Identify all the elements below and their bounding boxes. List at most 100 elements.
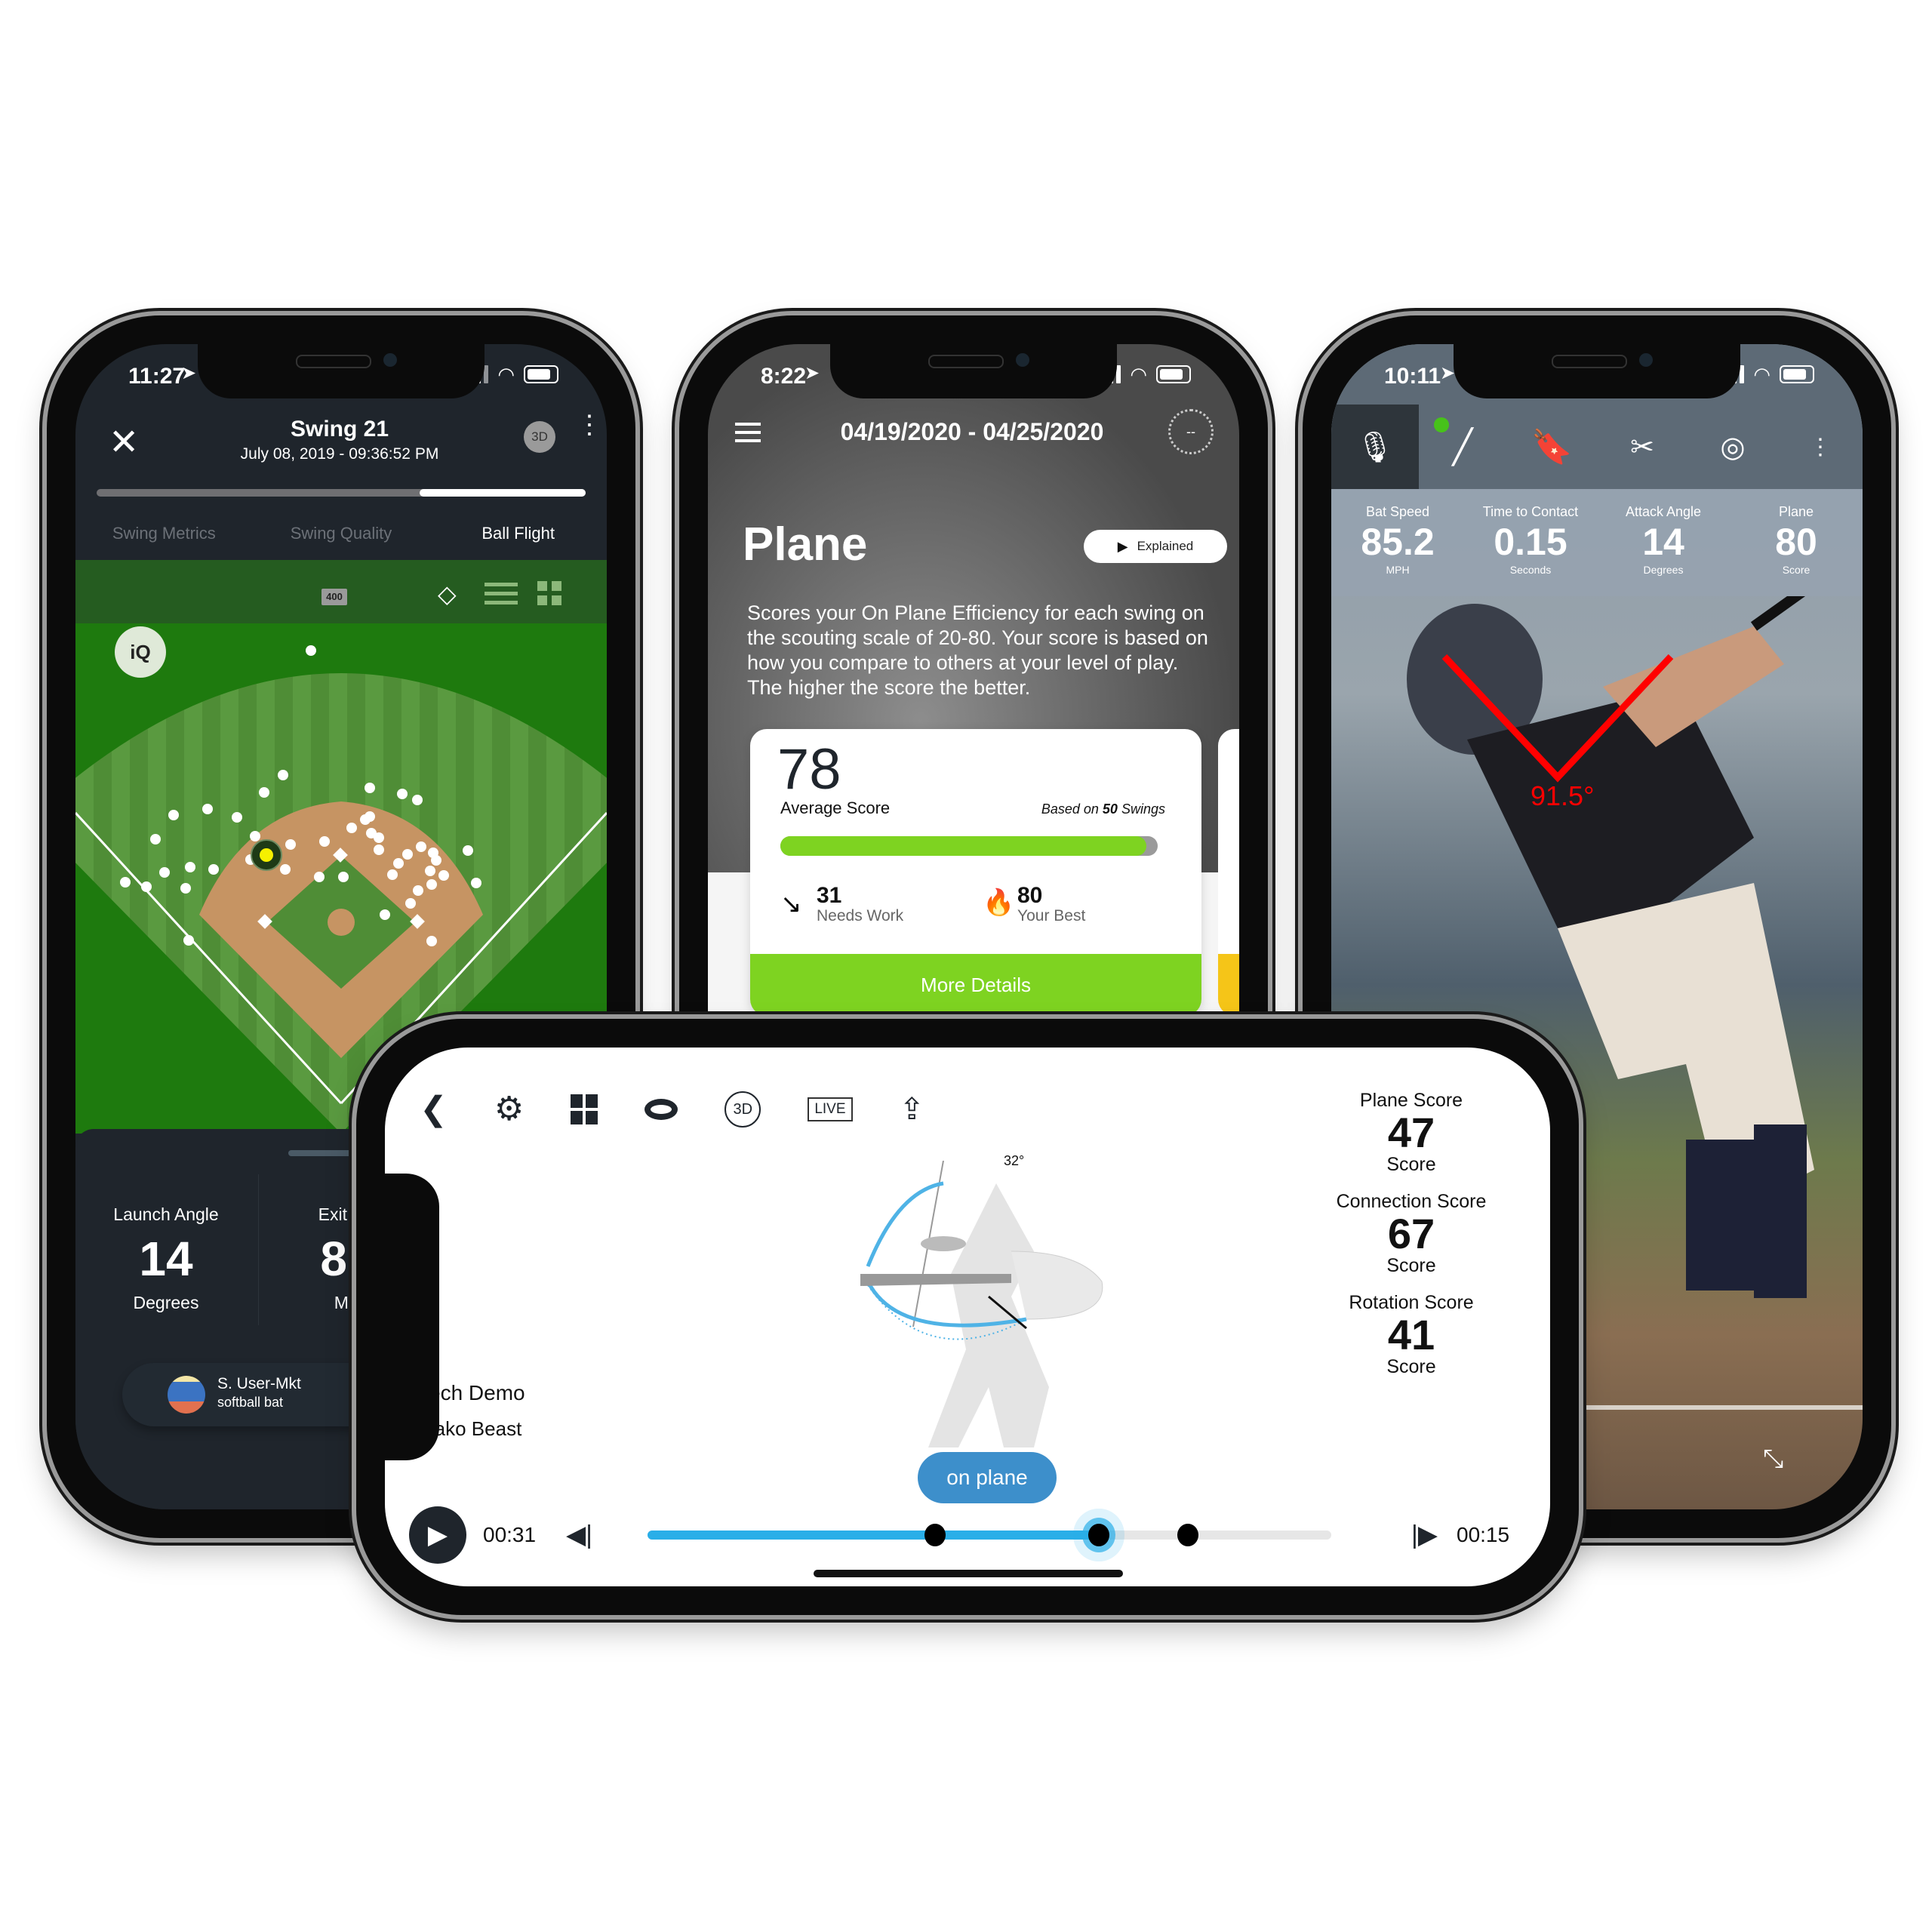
score-value: 67 [1387, 1210, 1435, 1257]
line-tool-icon[interactable]: ╱ [1419, 417, 1506, 466]
hit-dot[interactable] [159, 867, 170, 878]
phone-plane: 8:22 ➤ ◠ 04/19/2020 - 04/25/2020 -- Plan… [679, 315, 1268, 1099]
microphone-icon[interactable]: 🎙 [1331, 405, 1419, 489]
hit-dot[interactable] [168, 810, 179, 820]
hit-dot[interactable] [120, 877, 131, 888]
score-unit: Score [1386, 1255, 1436, 1276]
hit-dot[interactable] [397, 789, 408, 799]
hit-dot[interactable] [314, 872, 325, 882]
hit-dot[interactable] [416, 841, 426, 852]
hit-dot[interactable] [374, 832, 384, 843]
trim-icon[interactable]: ✂ [1597, 430, 1687, 464]
date-range[interactable]: 04/19/2020 - 04/25/2020 [798, 418, 1146, 446]
user-name: S. User-Mkt [217, 1375, 301, 1392]
exit-fullscreen-icon[interactable]: ⤡ [1763, 1444, 1783, 1474]
score-card: 78 Average Score Based on 50 Swings ↘ 31… [750, 729, 1201, 1016]
stat-unit: Seconds [1509, 564, 1552, 576]
hit-dot[interactable] [259, 787, 269, 798]
step-back-icon[interactable]: ◀| [566, 1520, 592, 1550]
play-button[interactable]: ▶ [409, 1506, 466, 1564]
stat-unit: MPH [1386, 564, 1410, 576]
bookmark-icon[interactable]: 🔖 [1506, 427, 1597, 466]
location-icon: ➤ [804, 363, 820, 383]
hit-dot[interactable] [402, 849, 413, 860]
hit-dot[interactable] [185, 862, 195, 872]
iq-button[interactable]: iQ [115, 626, 166, 678]
list-view-icon[interactable] [485, 583, 518, 605]
explained-button[interactable]: ▶ Explained [1084, 530, 1227, 563]
hit-dot[interactable] [426, 879, 437, 890]
score-rotation: Rotation Score 41 Score [1321, 1292, 1502, 1378]
hit-dot[interactable] [278, 770, 288, 780]
timeline-marker[interactable] [1088, 1524, 1109, 1546]
tab-ball-flight[interactable]: Ball Flight [429, 512, 607, 555]
stat-value: 14 [1642, 521, 1684, 563]
step-forward-icon[interactable]: |▶ [1411, 1520, 1438, 1550]
hit-dot[interactable] [202, 804, 213, 814]
menu-icon[interactable] [735, 423, 761, 442]
grid-view-icon[interactable] [537, 581, 561, 605]
hit-dot[interactable] [319, 836, 330, 847]
share-icon[interactable]: ⇪ [900, 1092, 925, 1127]
close-icon[interactable]: ✕ [109, 421, 139, 463]
stat-time-to-contact: Time to Contact 0.15 Seconds [1464, 489, 1597, 596]
field-view-icon[interactable]: ◇ [438, 580, 468, 610]
based-on-count: 50 [1102, 801, 1118, 817]
view-eye-icon[interactable] [645, 1098, 678, 1120]
hit-dot[interactable] [412, 795, 423, 805]
on-plane-badge: on plane [918, 1452, 1057, 1503]
hit-dot[interactable] [374, 844, 384, 855]
next-score-card[interactable] [1218, 729, 1239, 1016]
more-options-icon[interactable]: ⋮ [577, 412, 602, 438]
tab-swing-metrics[interactable]: Swing Metrics [75, 512, 253, 555]
hit-dot[interactable] [280, 864, 291, 875]
hit-dot[interactable] [438, 870, 449, 881]
hit-dot[interactable] [141, 881, 152, 892]
battery-icon [1780, 365, 1814, 383]
selected-hit[interactable] [251, 839, 282, 871]
hit-dot[interactable] [471, 878, 481, 888]
back-icon[interactable]: ❮ [420, 1090, 448, 1128]
hit-dot[interactable] [180, 883, 191, 894]
stat-value: 85.2 [1361, 521, 1435, 563]
hit-dot[interactable] [393, 858, 404, 869]
timeline-marker[interactable] [1177, 1524, 1198, 1546]
more-icon[interactable]: ⋮ [1778, 434, 1863, 460]
flame-icon: 🔥 [983, 888, 1015, 917]
hit-dot[interactable] [232, 812, 242, 823]
timeline-marker[interactable] [924, 1524, 946, 1546]
layout-icon[interactable] [571, 1094, 598, 1124]
rotate-3d-button[interactable]: 3D [724, 1091, 761, 1128]
live-button[interactable]: LIVE [808, 1097, 853, 1121]
hit-dot[interactable] [413, 885, 423, 896]
hit-dot[interactable] [426, 936, 437, 946]
hit-dot[interactable] [250, 831, 260, 841]
hit-dot[interactable] [463, 845, 473, 856]
battery-icon [1156, 365, 1191, 383]
hit-dot[interactable] [387, 869, 398, 880]
hit-dot[interactable] [365, 783, 375, 793]
hit-dot[interactable] [183, 935, 194, 946]
more-details-button[interactable]: More Details [750, 954, 1201, 1016]
hit-dot[interactable] [306, 645, 316, 656]
score-gauge: -- [1168, 409, 1214, 454]
hit-dot[interactable] [346, 823, 357, 833]
notch [830, 344, 1117, 398]
hit-dot[interactable] [338, 872, 349, 882]
view-3d-button[interactable]: 3D [524, 421, 555, 453]
angle-annotation: 91.5° [1531, 780, 1595, 811]
hit-dot[interactable] [208, 864, 219, 875]
hit-dot[interactable] [150, 834, 161, 844]
hit-dot[interactable] [425, 866, 435, 876]
hit-dot[interactable] [405, 898, 416, 909]
tab-swing-quality[interactable]: Swing Quality [253, 512, 430, 555]
bat-angle-label: 32° [1004, 1153, 1025, 1168]
hit-dot[interactable] [285, 839, 296, 850]
settings-icon[interactable]: ⚙ [494, 1090, 524, 1128]
plane-screen: 8:22 ➤ ◠ 04/19/2020 - 04/25/2020 -- Plan… [708, 344, 1239, 1099]
overlay-icon[interactable]: ◎ [1687, 430, 1778, 464]
hit-dot[interactable] [380, 909, 390, 920]
timeline-track[interactable] [648, 1524, 1331, 1546]
hit-dot[interactable] [360, 814, 371, 825]
hit-dot[interactable] [431, 855, 441, 866]
